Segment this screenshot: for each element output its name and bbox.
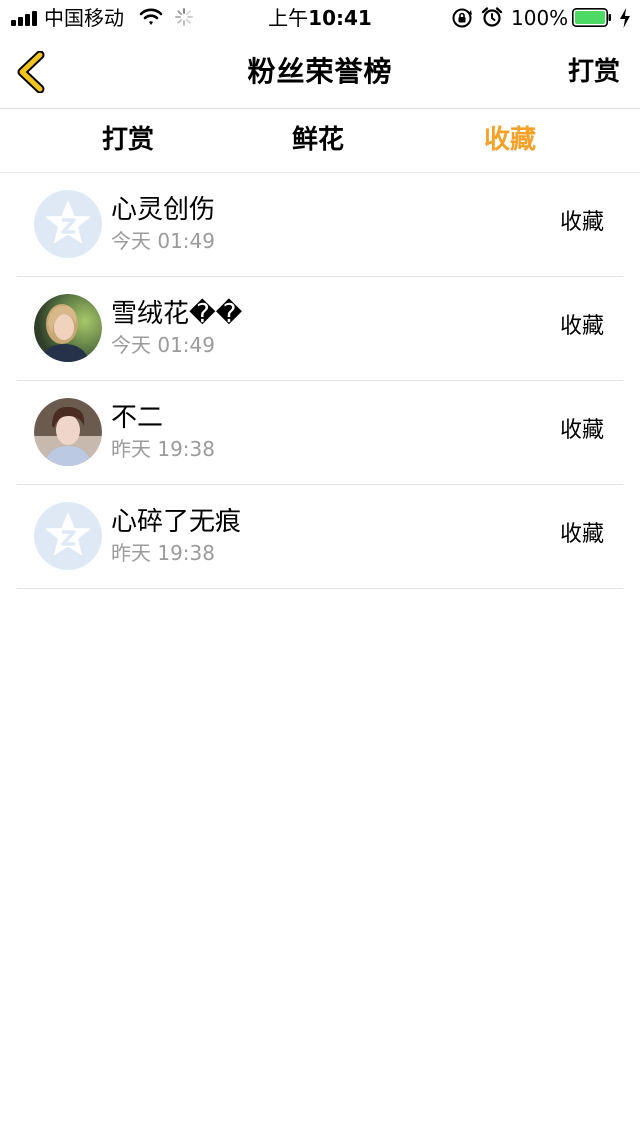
tab-flowers[interactable]: 鲜花 bbox=[258, 122, 378, 158]
list-item[interactable]: 心碎了无痕 昨天 19:38 收藏 bbox=[17, 485, 623, 589]
list-item[interactable]: 心灵创伤 今天 01:49 收藏 bbox=[17, 173, 623, 277]
row-action-label: 收藏 bbox=[559, 522, 604, 547]
reward-button[interactable]: 打赏 bbox=[568, 54, 620, 90]
avatar bbox=[34, 190, 102, 258]
chevron-left-icon[interactable] bbox=[14, 51, 50, 93]
fan-time: 昨天 19:38 bbox=[111, 541, 215, 565]
page-title: 粉丝荣誉榜 bbox=[247, 55, 393, 88]
photo-avatar-boy-icon bbox=[34, 398, 102, 466]
avatar bbox=[34, 294, 102, 362]
battery-icon bbox=[572, 8, 611, 27]
fan-name: 不二 bbox=[111, 403, 164, 433]
fan-time: 今天 01:49 bbox=[111, 333, 215, 357]
fan-list: 心灵创伤 今天 01:49 收藏 雪绒花�� 今天 01:49 收藏 不二 昨天… bbox=[0, 173, 640, 589]
tab-reward[interactable]: 打赏 bbox=[68, 122, 188, 158]
fan-name: 心碎了无痕 bbox=[111, 507, 242, 537]
battery-percent: 100% bbox=[511, 6, 569, 30]
list-item[interactable]: 不二 昨天 19:38 收藏 bbox=[17, 381, 623, 485]
fan-time: 昨天 19:38 bbox=[111, 437, 215, 461]
row-action-label: 收藏 bbox=[559, 210, 604, 235]
row-action-label: 收藏 bbox=[559, 418, 604, 443]
rotation-lock-icon bbox=[452, 8, 472, 28]
tab-bar: 打赏 鲜花 收藏 bbox=[0, 109, 640, 173]
fan-time: 今天 01:49 bbox=[111, 229, 215, 253]
nav-bar: 粉丝荣誉榜 打赏 bbox=[0, 36, 640, 109]
time-value: 10:41 bbox=[308, 6, 372, 30]
fan-name: 雪绒花�� bbox=[111, 299, 243, 329]
time-prefix: 上午 bbox=[268, 6, 309, 30]
avatar bbox=[34, 502, 102, 570]
alarm-icon bbox=[481, 7, 503, 27]
list-item[interactable]: 雪绒花�� 今天 01:49 收藏 bbox=[17, 277, 623, 381]
default-qq-avatar-icon bbox=[34, 190, 102, 258]
avatar bbox=[34, 398, 102, 466]
status-bar: 中国移动 上午10:41 100% bbox=[0, 0, 640, 36]
charging-bolt-icon bbox=[620, 8, 630, 28]
photo-avatar-girl-icon bbox=[34, 294, 102, 362]
fan-name: 心灵创伤 bbox=[111, 195, 216, 225]
default-qq-avatar-icon bbox=[34, 502, 102, 570]
row-action-label: 收藏 bbox=[559, 314, 604, 339]
tab-favorites[interactable]: 收藏 bbox=[450, 122, 570, 158]
screen: 中国移动 上午10:41 100% 粉丝荣誉榜 打赏 打赏 鲜花 收藏 心灵创伤… bbox=[0, 0, 640, 1139]
